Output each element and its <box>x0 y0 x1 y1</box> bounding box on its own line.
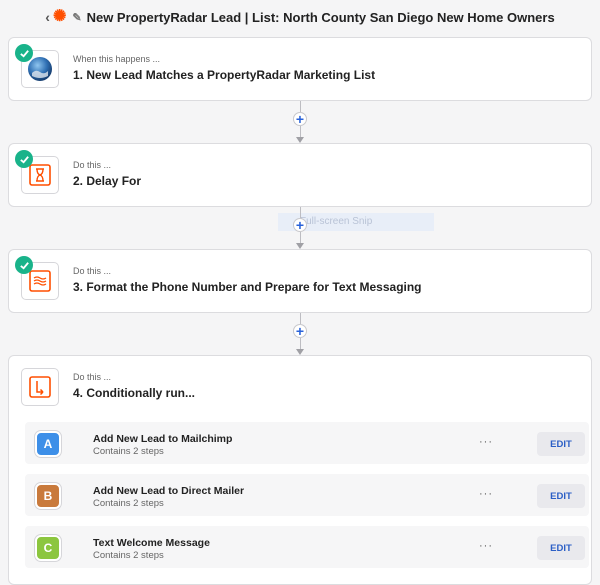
back-chevron-icon[interactable]: ‹ <box>45 9 50 25</box>
path-badge: B <box>35 483 61 509</box>
step-2-subtitle: Do this ... <box>73 160 112 170</box>
path-badge: A <box>35 431 61 457</box>
step-card-1[interactable]: When this happens ... 1. New Lead Matche… <box>8 37 592 101</box>
zap-title-bar: ‹ ✺ ✎ New PropertyRadar Lead | List: Nor… <box>0 0 600 34</box>
path-subtitle: Contains 2 steps <box>93 446 164 457</box>
pencil-icon[interactable]: ✎ <box>72 11 81 24</box>
check-icon <box>15 150 33 168</box>
step-card-3[interactable]: Do this ... 3. Format the Phone Number a… <box>8 249 592 313</box>
step-4-subtitle: Do this ... <box>73 372 112 382</box>
edit-button[interactable]: EDIT <box>537 432 585 456</box>
branch-icon <box>21 368 59 406</box>
connector-1: + <box>292 101 308 143</box>
add-step-button[interactable]: + <box>293 218 307 232</box>
check-icon <box>15 44 33 62</box>
path-badge: C <box>35 535 61 561</box>
path-row-a[interactable]: A Add New Lead to Mailchimp Contains 2 s… <box>25 422 589 464</box>
add-step-button[interactable]: + <box>293 324 307 338</box>
more-options-icon[interactable]: ··· <box>479 436 493 448</box>
step-1-title: 1. New Lead Matches a PropertyRadar Mark… <box>73 68 376 82</box>
path-subtitle: Contains 2 steps <box>93 498 164 509</box>
add-step-button[interactable]: + <box>293 112 307 126</box>
path-subtitle: Contains 2 steps <box>93 550 164 561</box>
step-card-4[interactable]: Do this ... 4. Conditionally run... A Ad… <box>8 355 592 585</box>
connector-3: + <box>292 313 308 355</box>
path-row-b[interactable]: B Add New Lead to Direct Mailer Contains… <box>25 474 589 516</box>
path-row-c[interactable]: C Text Welcome Message Contains 2 steps … <box>25 526 589 568</box>
step-4-title: 4. Conditionally run... <box>73 386 196 400</box>
edit-button[interactable]: EDIT <box>537 484 585 508</box>
zapier-logo-icon: ✺ <box>52 8 67 25</box>
more-options-icon[interactable]: ··· <box>479 540 493 552</box>
step-3-subtitle: Do this ... <box>73 266 112 276</box>
path-title: Add New Lead to Direct Mailer <box>93 485 245 497</box>
step-2-title: 2. Delay For <box>73 174 142 188</box>
zap-title[interactable]: New PropertyRadar Lead | List: North Cou… <box>87 10 555 25</box>
edit-button[interactable]: EDIT <box>537 536 585 560</box>
step-card-2[interactable]: Do this ... 2. Delay For <box>8 143 592 207</box>
more-options-icon[interactable]: ··· <box>479 488 493 500</box>
path-title: Add New Lead to Mailchimp <box>93 433 233 445</box>
check-icon <box>15 256 33 274</box>
connector-2: + <box>292 207 308 249</box>
step-3-title: 3. Format the Phone Number and Prepare f… <box>73 280 422 294</box>
step-1-subtitle: When this happens ... <box>73 54 161 64</box>
path-title: Text Welcome Message <box>93 537 210 549</box>
